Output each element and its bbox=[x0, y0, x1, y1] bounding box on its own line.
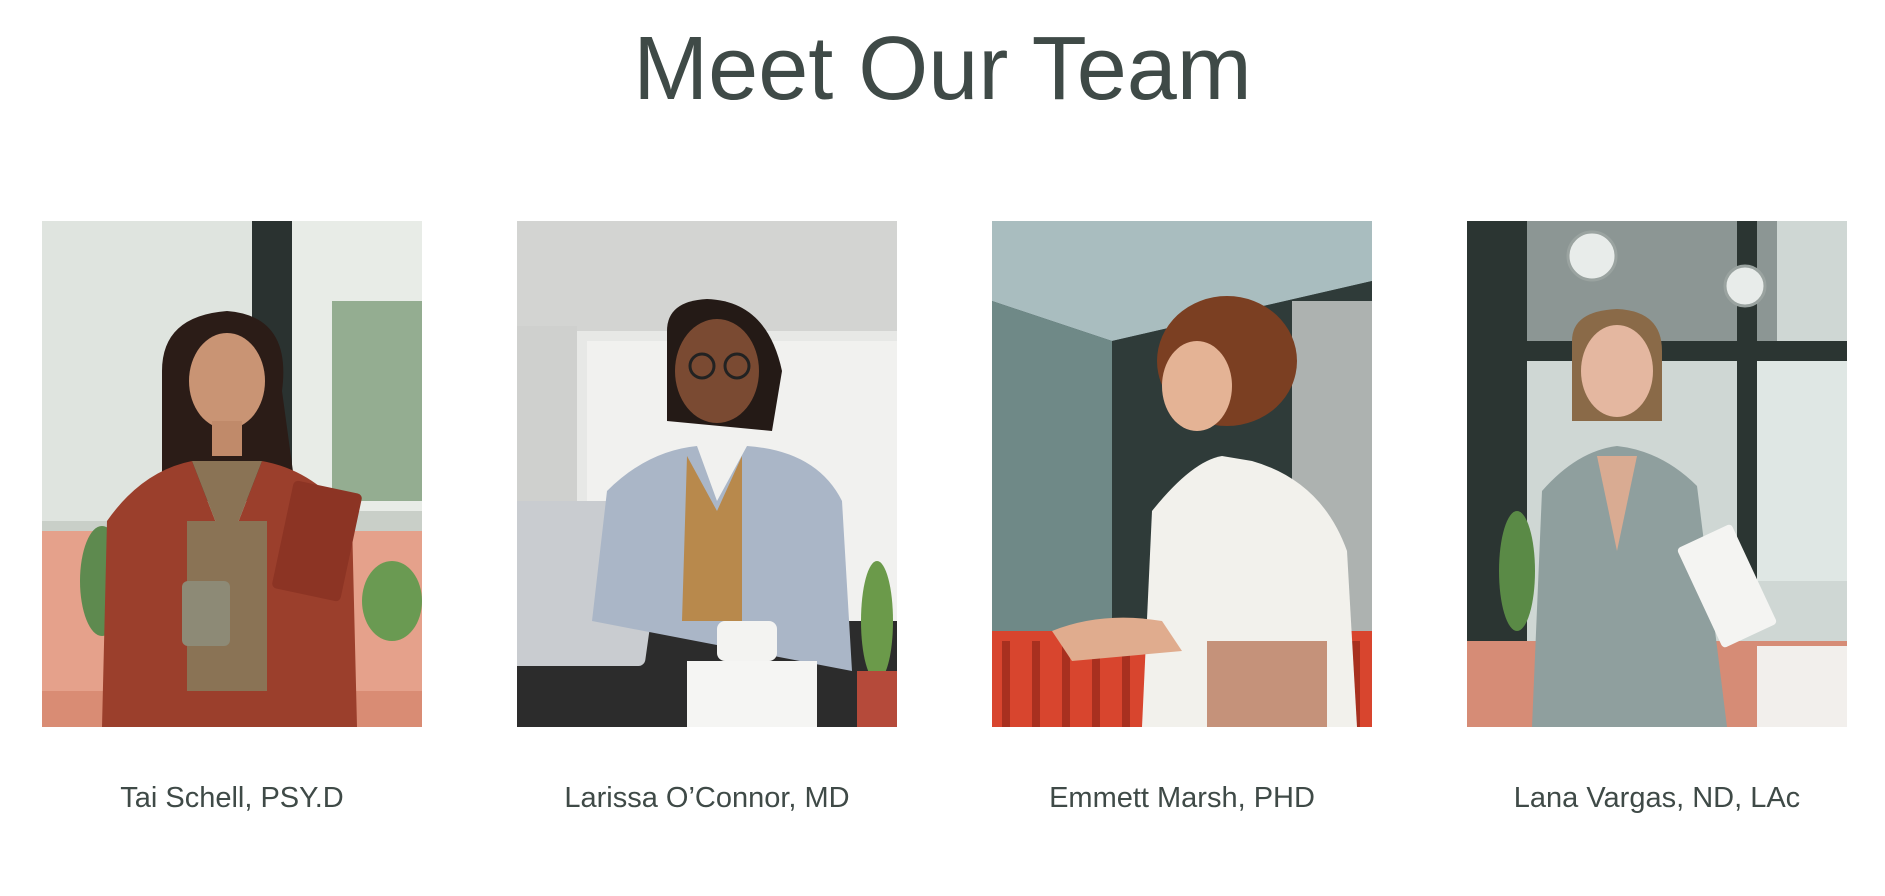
portrait-photo-icon bbox=[1467, 221, 1847, 727]
page-title: Meet Our Team bbox=[633, 19, 1252, 119]
team-member-card: Tai Schell, PSY.D bbox=[42, 221, 422, 841]
team-member-card: Lana Vargas, ND, LAc bbox=[1467, 221, 1847, 841]
team-member-name: Emmett Marsh, PHD bbox=[1049, 782, 1315, 814]
portrait-photo-icon bbox=[42, 221, 422, 727]
team-member-photo bbox=[992, 221, 1372, 727]
team-member-photo bbox=[1467, 221, 1847, 727]
team-member-card: Larissa O’Connor, MD bbox=[517, 221, 897, 841]
team-member-photo bbox=[42, 221, 422, 727]
team-member-name: Lana Vargas, ND, LAc bbox=[1513, 782, 1801, 814]
portrait-photo-icon bbox=[517, 221, 897, 727]
team-member-card: Emmett Marsh, PHD bbox=[992, 221, 1372, 841]
team-member-name: Larissa O’Connor, MD bbox=[564, 782, 850, 814]
team-member-photo bbox=[517, 221, 897, 727]
team-member-name: Tai Schell, PSY.D bbox=[120, 782, 344, 814]
portrait-photo-icon bbox=[992, 221, 1372, 727]
